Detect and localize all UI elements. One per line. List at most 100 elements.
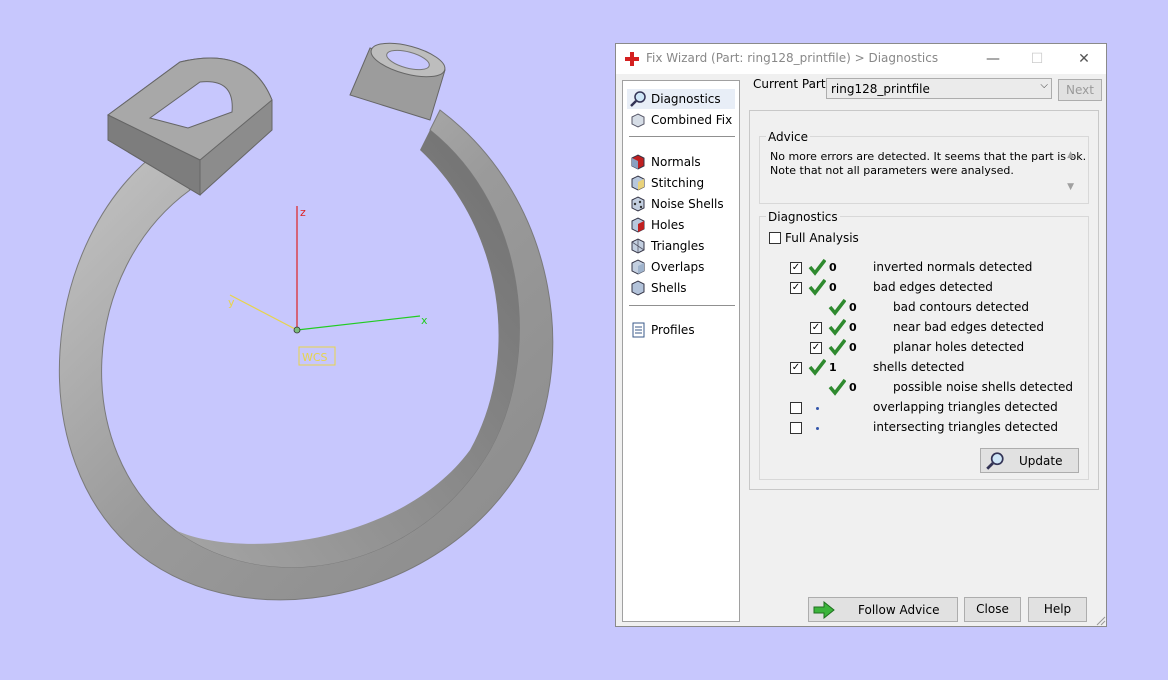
profiles-icon: [632, 322, 645, 338]
advice-line-1: No more errors are detected. It seems th…: [770, 150, 1087, 163]
follow-advice-label: Follow Advice: [858, 603, 940, 617]
ring-model: z x y WCS: [59, 42, 554, 601]
nav-shells-label: Shells: [651, 281, 687, 295]
resize-grip-icon[interactable]: [1094, 614, 1106, 626]
current-part-select[interactable]: ring128_printfile ⌵: [826, 78, 1052, 99]
check-icon: [808, 358, 826, 376]
next-button[interactable]: Next: [1058, 79, 1102, 101]
planar-holes-text: planar holes detected: [893, 340, 1025, 354]
nav-stitching-label: Stitching: [651, 176, 705, 190]
nav-profiles-label: Profiles: [651, 323, 695, 337]
current-part-value: ring128_printfile: [831, 82, 930, 96]
z-axis-label: z: [300, 206, 306, 219]
scroll-up-icon[interactable]: ▲: [1067, 150, 1074, 160]
nav-combined-fix-label: Combined Fix: [651, 113, 733, 127]
close-button[interactable]: Close: [964, 597, 1021, 622]
check-icon: [828, 338, 846, 356]
nav-separator: [629, 136, 735, 137]
not-analysed-dot: [816, 407, 819, 410]
inverted-normals-checkbox[interactable]: ✓: [790, 262, 802, 274]
nav-profiles[interactable]: Profiles: [627, 320, 735, 340]
nav-diagnostics[interactable]: Diagnostics: [627, 89, 735, 109]
current-part-label: Current Part:: [753, 77, 830, 91]
planar-holes-count: 0: [849, 341, 857, 354]
diagnostics-nav: Diagnostics Combined Fix Normals Stitchi…: [622, 80, 740, 622]
planar-holes-checkbox[interactable]: ✓: [810, 342, 822, 354]
check-icon: [828, 298, 846, 316]
combined-fix-icon: [631, 113, 645, 128]
noise-shells-text: possible noise shells detected: [893, 380, 1074, 394]
noise-shells-count: 0: [849, 381, 857, 394]
scroll-down-icon[interactable]: ▼: [1067, 182, 1074, 192]
full-analysis-checkbox[interactable]: [769, 232, 781, 244]
maximize-button[interactable]: ☐: [1026, 48, 1048, 70]
not-analysed-dot: [816, 427, 819, 430]
near-bad-edges-checkbox[interactable]: ✓: [810, 322, 822, 334]
nav-shells[interactable]: Shells: [627, 278, 735, 298]
inverted-normals-count: 0: [829, 261, 837, 274]
advice-line-2: Note that not all parameters were analys…: [770, 164, 1014, 177]
minimize-button[interactable]: —: [982, 48, 1004, 70]
bad-edges-text: bad edges detected: [873, 280, 993, 294]
holes-icon: [631, 217, 645, 233]
nav-overlaps-label: Overlaps: [651, 260, 705, 274]
origin-marker: [293, 326, 301, 334]
update-label: Update: [1019, 454, 1063, 468]
intersecting-triangles-checkbox[interactable]: [790, 422, 802, 434]
nav-holes[interactable]: Holes: [627, 215, 735, 235]
nav-diagnostics-label: Diagnostics: [651, 92, 721, 106]
near-bad-edges-count: 0: [849, 321, 857, 334]
window-title: Fix Wizard (Part: ring128_printfile) > D…: [646, 51, 939, 65]
follow-advice-button[interactable]: Follow Advice: [808, 597, 958, 622]
nav-normals-label: Normals: [651, 155, 701, 169]
shells-count: 1: [829, 361, 837, 374]
nav-stitching[interactable]: Stitching: [627, 173, 735, 193]
wcs-label: WCS: [302, 351, 328, 364]
shells-checkbox[interactable]: ✓: [790, 362, 802, 374]
bad-edges-count: 0: [829, 281, 837, 294]
near-bad-edges-text: near bad edges detected: [893, 320, 1044, 334]
update-button[interactable]: Update: [980, 448, 1079, 473]
triangles-icon: [631, 238, 645, 254]
nav-combined-fix[interactable]: Combined Fix: [627, 110, 735, 130]
help-button[interactable]: Help: [1028, 597, 1087, 622]
ring-tube-end: [349, 42, 446, 121]
nav-overlaps[interactable]: Overlaps: [627, 257, 735, 277]
overlapping-triangles-checkbox[interactable]: [790, 402, 802, 414]
chevron-down-icon: ⌵: [1040, 80, 1048, 91]
overlaps-icon: [631, 259, 645, 275]
arrow-right-icon: [813, 601, 835, 619]
bad-contours-count: 0: [849, 301, 857, 314]
stitching-icon: [631, 175, 645, 191]
check-icon: [808, 278, 826, 296]
nav-triangles[interactable]: Triangles: [627, 236, 735, 256]
check-icon: [828, 318, 846, 336]
bad-contours-text: bad contours detected: [893, 300, 1029, 314]
fix-wizard-icon: [625, 52, 639, 66]
inverted-normals-text: inverted normals detected: [873, 260, 1033, 274]
y-axis: [229, 294, 298, 331]
check-icon: [808, 258, 826, 276]
nav-normals[interactable]: Normals: [627, 152, 735, 172]
title-bar[interactable]: Fix Wizard (Part: ring128_printfile) > D…: [616, 44, 1106, 74]
3d-viewport[interactable]: z x y WCS: [0, 0, 610, 680]
check-icon: [828, 378, 846, 396]
nav-holes-label: Holes: [651, 218, 685, 232]
intersecting-triangles-text: intersecting triangles detected: [873, 420, 1058, 434]
shells-text: shells detected: [873, 360, 965, 374]
full-analysis-label: Full Analysis: [785, 231, 859, 245]
magnifier-icon: [630, 91, 646, 107]
advice-text-box: No more errors are detected. It seems th…: [766, 148, 1086, 198]
diagnostics-group-title: Diagnostics: [766, 210, 840, 224]
nav-triangles-label: Triangles: [651, 239, 705, 253]
nav-noise-shells-label: Noise Shells: [651, 197, 724, 211]
noise-shells-icon: [631, 196, 645, 212]
bad-edges-checkbox[interactable]: ✓: [790, 282, 802, 294]
overlapping-triangles-text: overlapping triangles detected: [873, 400, 1058, 414]
nav-noise-shells[interactable]: Noise Shells: [627, 194, 735, 214]
x-axis-label: x: [421, 314, 428, 327]
close-window-button[interactable]: ✕: [1073, 48, 1095, 70]
shells-icon: [631, 280, 645, 296]
magnifier-icon: [986, 452, 1004, 470]
normals-icon: [631, 154, 645, 170]
